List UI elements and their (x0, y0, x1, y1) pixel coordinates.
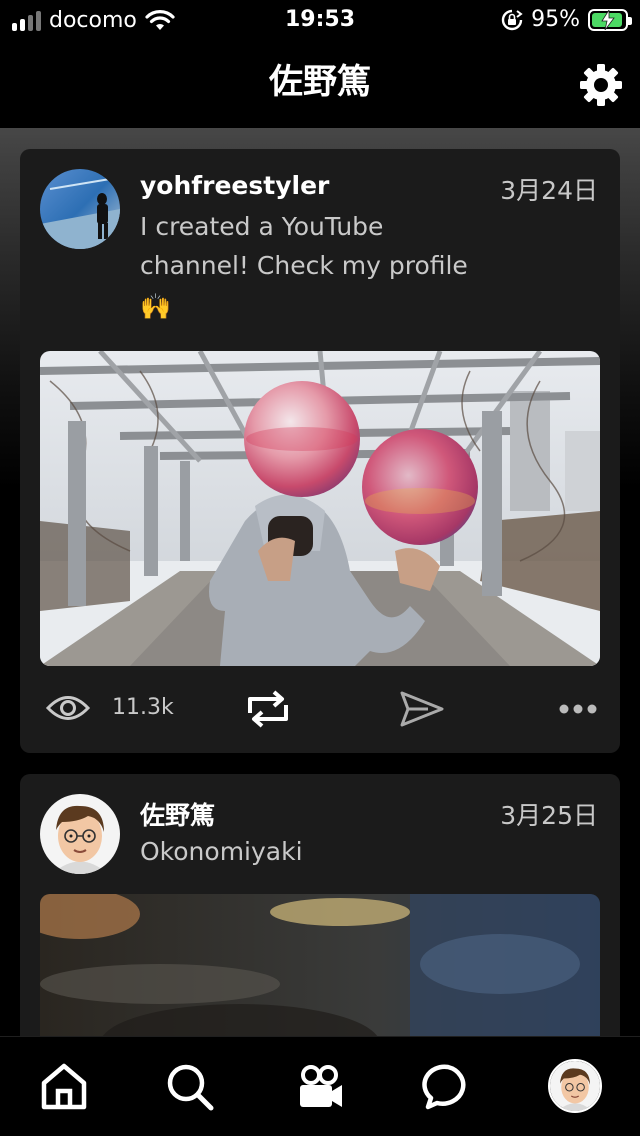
post-actions: 11.3k (20, 679, 620, 739)
post-date: 3月25日 (500, 801, 598, 830)
more-icon[interactable] (556, 695, 600, 723)
gear-icon[interactable] (578, 62, 624, 108)
messages-icon[interactable] (422, 1061, 474, 1113)
post-caption-text: Okonomiyaki (140, 837, 303, 866)
battery-percent: 95% (531, 7, 580, 32)
post-card[interactable]: 佐野篤 3月25日 Okonomiyaki (20, 774, 620, 1036)
charging-bolt-icon (601, 9, 615, 30)
eye-icon (46, 696, 90, 720)
post-date: 3月24日 (500, 176, 598, 205)
battery-icon (588, 8, 632, 31)
orientation-lock-icon (501, 9, 523, 30)
bottom-tab-bar (0, 1036, 640, 1136)
search-icon[interactable] (164, 1061, 216, 1113)
post-video-thumbnail[interactable] (40, 894, 600, 1036)
page-title: 佐野篤 (269, 62, 371, 102)
share-icon[interactable] (398, 689, 446, 729)
view-count: 11.3k (112, 695, 174, 720)
video-icon[interactable] (294, 1061, 346, 1113)
status-right: 95% (501, 7, 632, 32)
post-caption-text: I created a YouTube channel! Check my pr… (140, 212, 468, 280)
app-header: 佐野篤 (0, 40, 640, 128)
status-bar: docomo 19:53 95% (0, 0, 640, 40)
repost-icon[interactable] (244, 687, 292, 731)
post-caption: Okonomiyaki (140, 832, 500, 871)
home-icon[interactable] (38, 1061, 90, 1113)
post-username[interactable]: yohfreestyler (140, 171, 329, 200)
profile-avatar[interactable] (548, 1059, 602, 1113)
avatar[interactable] (40, 794, 120, 874)
raised-hands-emoji: 🙌 (140, 292, 172, 321)
post-card[interactable]: yohfreestyler 3月24日 I created a YouTube … (20, 149, 620, 753)
post-caption: I created a YouTube channel! Check my pr… (140, 207, 500, 326)
avatar[interactable] (40, 169, 120, 249)
feed[interactable]: yohfreestyler 3月24日 I created a YouTube … (0, 128, 640, 1036)
post-username[interactable]: 佐野篤 (140, 796, 215, 832)
post-photo[interactable] (40, 351, 600, 666)
